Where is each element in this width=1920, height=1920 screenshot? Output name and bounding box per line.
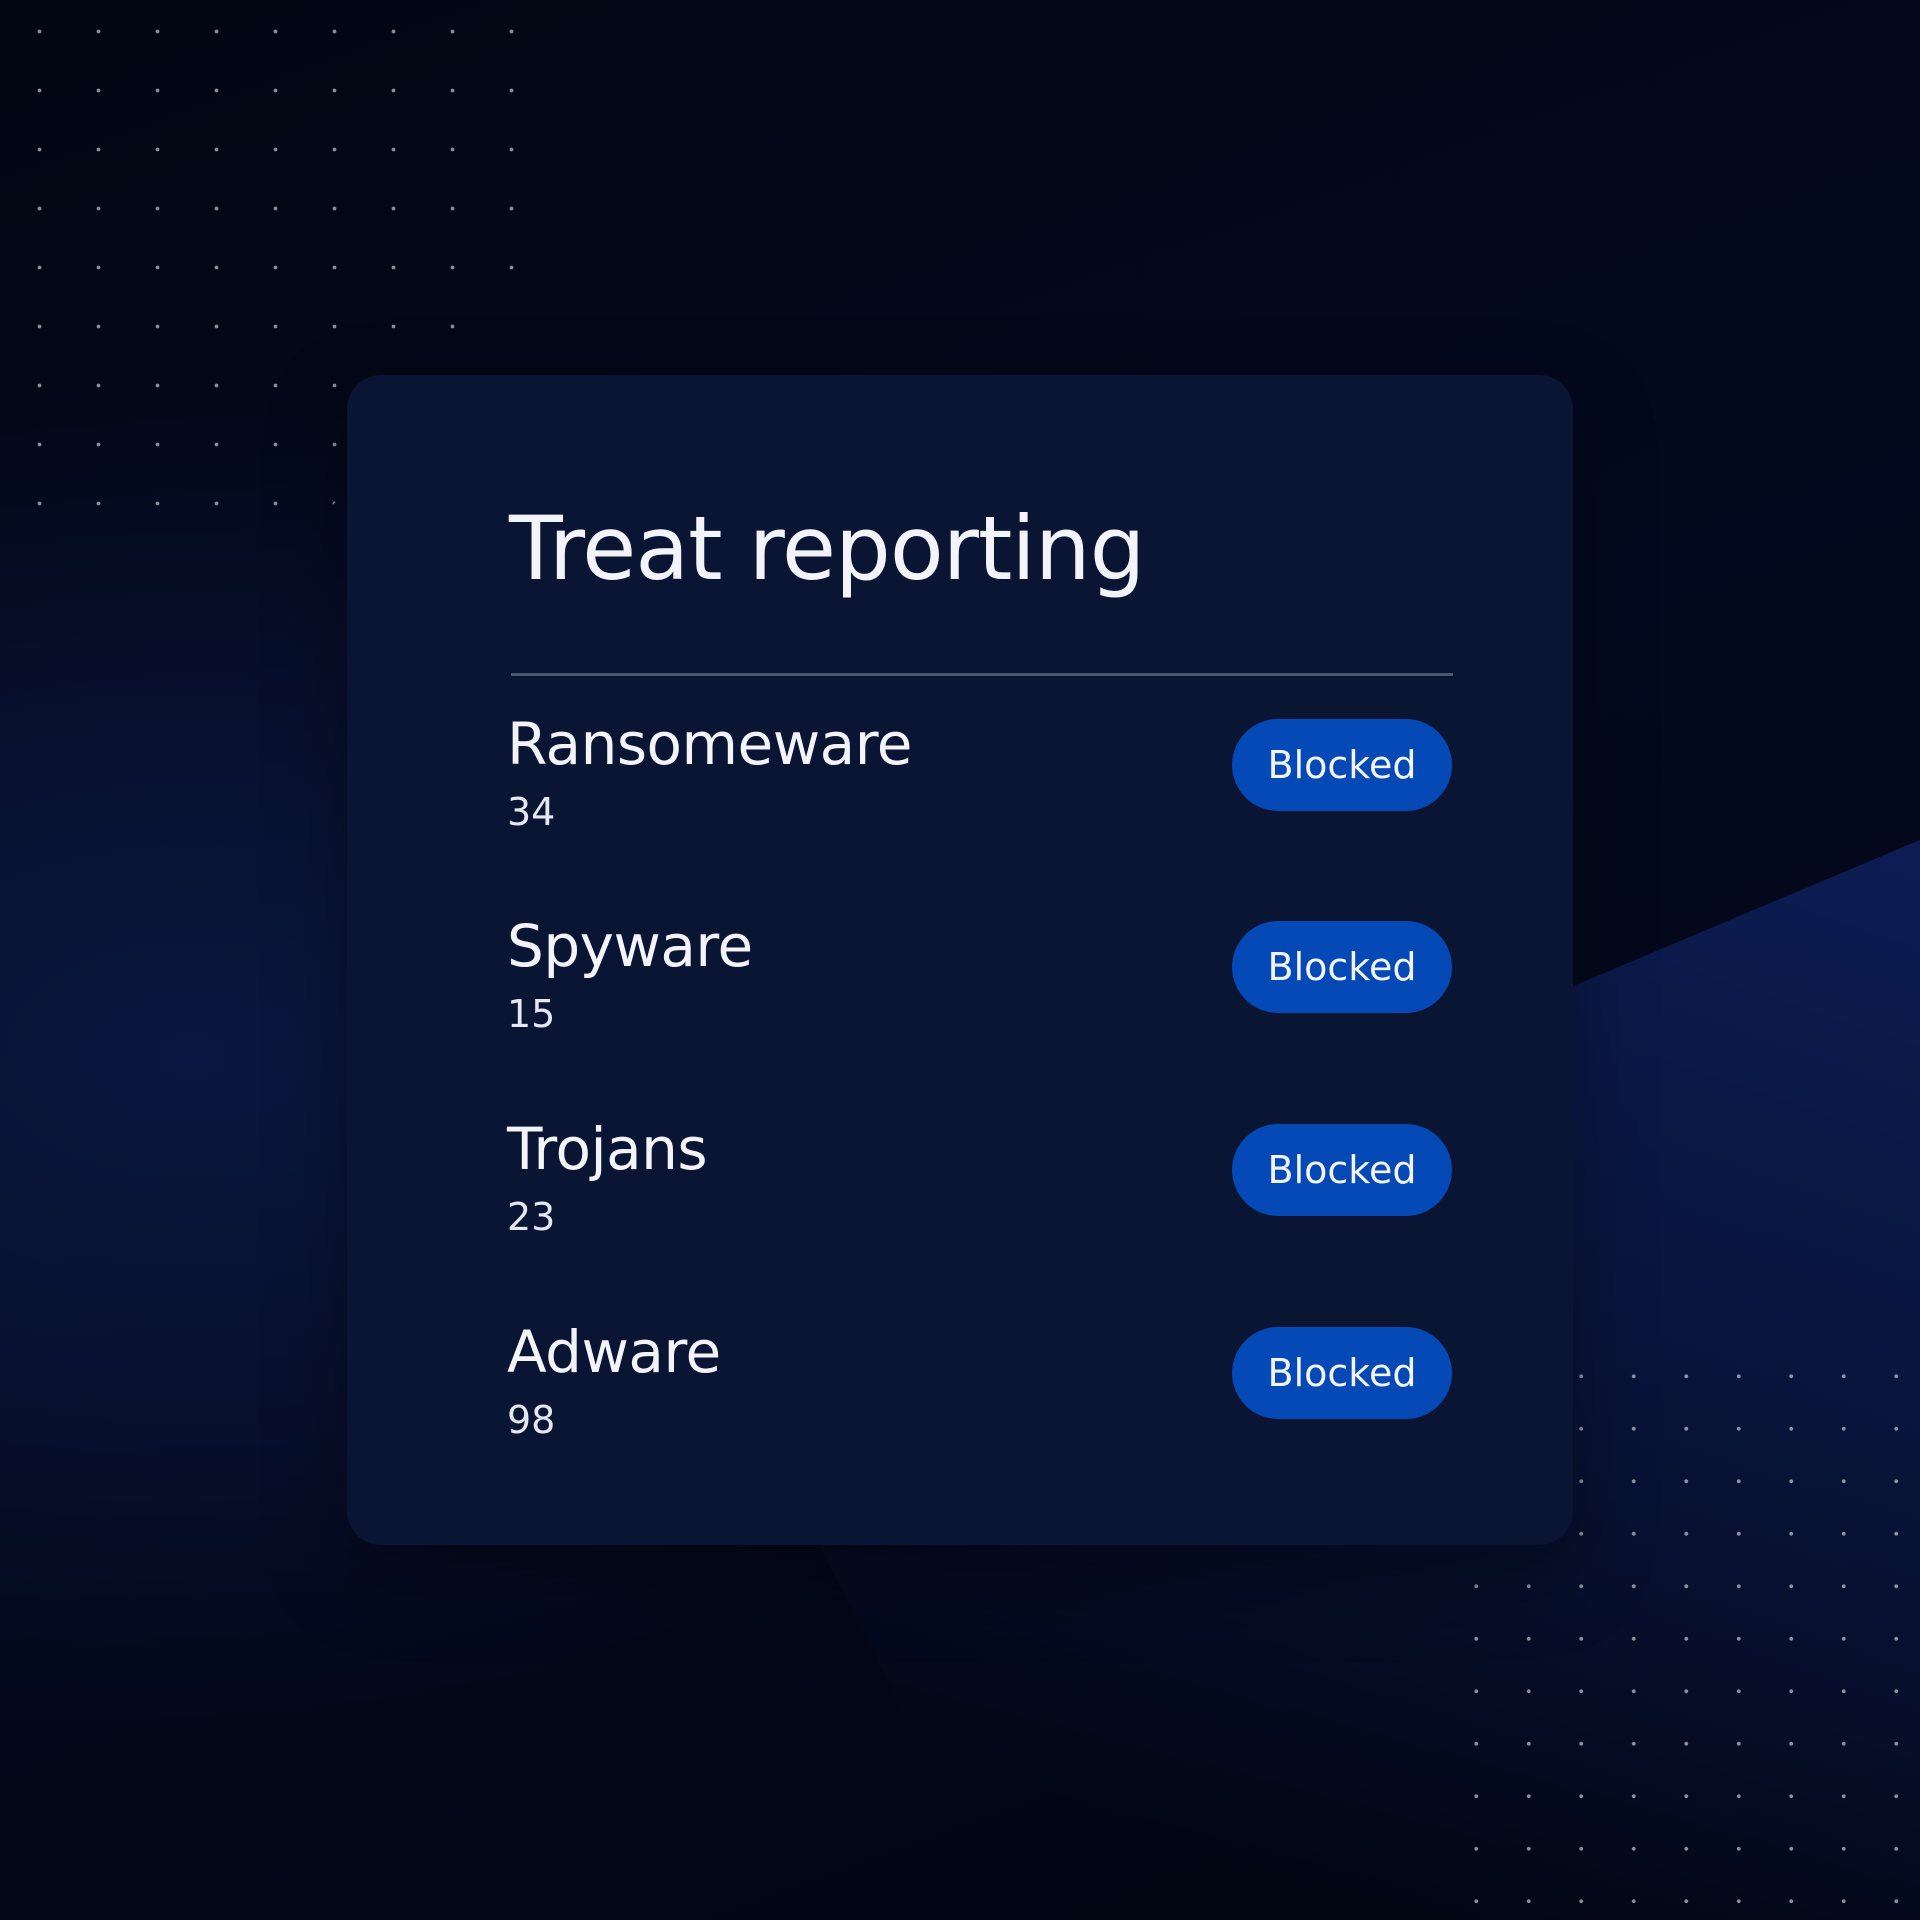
threat-name: Trojans: [507, 1115, 708, 1183]
threat-count: 23: [507, 1195, 556, 1239]
threat-count: 98: [507, 1398, 556, 1442]
threat-row-adware: Adware 98 Blocked: [507, 1323, 1452, 1453]
threat-report-card: Treat reporting Ransomeware 34 Blocked S…: [347, 375, 1573, 1545]
threat-row-ransomware: Ransomeware 34 Blocked: [507, 715, 1452, 845]
blocked-status-badge[interactable]: Blocked: [1232, 719, 1452, 811]
card-title: Treat reporting: [509, 497, 1145, 600]
blocked-status-badge[interactable]: Blocked: [1232, 921, 1452, 1013]
threat-row-spyware: Spyware 15 Blocked: [507, 917, 1452, 1047]
threat-name: Ransomeware: [507, 710, 912, 778]
threat-name: Spyware: [507, 912, 753, 980]
title-divider: [511, 673, 1453, 676]
threat-count: 34: [507, 790, 556, 834]
threat-count: 15: [507, 992, 556, 1036]
blocked-status-badge[interactable]: Blocked: [1232, 1327, 1452, 1419]
blocked-status-badge[interactable]: Blocked: [1232, 1124, 1452, 1216]
threat-name: Adware: [507, 1318, 721, 1386]
threat-row-trojans: Trojans 23 Blocked: [507, 1120, 1452, 1250]
